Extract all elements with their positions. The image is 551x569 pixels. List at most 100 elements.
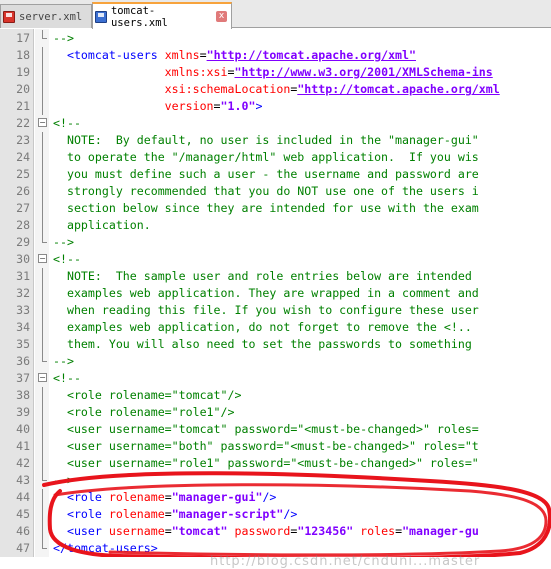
code-line[interactable]: 43 --> — [0, 472, 551, 489]
line-number: 30 — [16, 252, 30, 266]
code-token: section below since they are intended fo… — [53, 201, 479, 215]
fold-guide — [38, 132, 47, 149]
code-token: "123456" — [297, 524, 354, 538]
code-line[interactable]: 23 NOTE: By default, no user is included… — [0, 132, 551, 149]
code-text: <!-- — [53, 370, 81, 387]
line-number: 33 — [16, 303, 30, 317]
fold-guide — [38, 217, 47, 234]
tab-server-xml[interactable]: server.xml — [0, 4, 92, 28]
code-line[interactable]: 29 --> — [0, 234, 551, 251]
fold-toggle-icon[interactable] — [38, 251, 47, 268]
code-token: = — [164, 507, 172, 521]
code-token: <role rolename="role1"/> — [53, 405, 235, 419]
code-line[interactable]: 38 <role rolename="tomcat"/> — [0, 387, 551, 404]
code-text: application. — [53, 217, 151, 234]
code-text: them. You will also need to set the pass… — [53, 336, 472, 353]
code-line[interactable]: 40 <user username="tomcat" password="<mu… — [0, 421, 551, 438]
fold-guide — [38, 438, 47, 455]
line-number: 27 — [16, 201, 30, 215]
code-line[interactable]: 18 <tomcat-users xmlns="http://tomcat.ap… — [0, 47, 551, 64]
fold-guide — [38, 183, 47, 200]
code-text: to operate the "/manager/html" web appli… — [53, 149, 479, 166]
code-line[interactable]: 35 them. You will also need to set the p… — [0, 336, 551, 353]
code-text: <role rolename="tomcat"/> — [53, 387, 242, 404]
code-line[interactable]: 44 <role rolename="manager-gui"/> — [0, 489, 551, 506]
code-token: to operate the "/manager/html" web appli… — [53, 150, 479, 164]
code-text: <role rolename="role1"/> — [53, 404, 235, 421]
code-text: --> — [53, 234, 74, 251]
fold-toggle-icon[interactable] — [38, 115, 47, 132]
line-number: 26 — [16, 184, 30, 198]
code-token: = — [199, 48, 207, 62]
code-token: > — [255, 99, 263, 113]
fold-guide — [38, 285, 47, 302]
code-text: section below since they are intended fo… — [53, 200, 479, 217]
code-token: strongly recommended that you do NOT use… — [53, 184, 479, 198]
code-line[interactable]: 41 <user username="both" password="<must… — [0, 438, 551, 455]
line-number: 31 — [16, 269, 30, 283]
code-line[interactable]: 28 application. — [0, 217, 551, 234]
fold-guide — [38, 404, 47, 421]
code-token: <role — [66, 507, 102, 521]
code-line[interactable]: 30 <!-- — [0, 251, 551, 268]
code-line[interactable]: 32 examples web application. They are wr… — [0, 285, 551, 302]
code-line[interactable]: 39 <role rolename="role1"/> — [0, 404, 551, 421]
code-token: them. You will also need to set the pass… — [53, 337, 472, 351]
code-token: "http://www.w3.org/2001/XMLSchema-ins — [234, 65, 493, 79]
code-token: "manager-gu — [402, 524, 479, 538]
line-number: 32 — [16, 286, 30, 300]
code-token: xsi:schemaLocation — [53, 82, 291, 96]
line-number: 19 — [16, 65, 30, 79]
code-line[interactable]: 42 <user username="role1" password="<mus… — [0, 455, 551, 472]
code-token: <user username="tomcat" password="<must-… — [53, 422, 479, 436]
line-number: 24 — [16, 150, 30, 164]
fold-toggle-icon[interactable] — [38, 370, 47, 387]
fold-guide — [38, 234, 47, 251]
tab-bar: server.xml tomcat-users.xml x — [0, 0, 551, 29]
code-line[interactable]: 19 xmlns:xsi="http://www.w3.org/2001/XML… — [0, 64, 551, 81]
tab-tomcat-users-xml[interactable]: tomcat-users.xml x — [92, 2, 232, 29]
code-token: examples web application, do not forget … — [53, 320, 472, 334]
code-token: "manager-script" — [171, 507, 284, 521]
code-token: you must define such a user - the userna… — [53, 167, 479, 181]
line-number: 25 — [16, 167, 30, 181]
code-line[interactable]: 20 xsi:schemaLocation="http://tomcat.apa… — [0, 81, 551, 98]
code-line[interactable]: 22 <!-- — [0, 115, 551, 132]
code-line[interactable]: 31 NOTE: The sample user and role entrie… — [0, 268, 551, 285]
code-text: <role rolename="manager-script"/> — [53, 506, 297, 523]
watermark: http://blog.csdn.net/cnduni...master — [210, 554, 481, 569]
line-number: 38 — [16, 388, 30, 402]
code-line[interactable]: 36 --> — [0, 353, 551, 370]
code-token: password — [227, 524, 291, 538]
code-text: examples web application. They are wrapp… — [53, 285, 479, 302]
code-line[interactable]: 17 --> — [0, 30, 551, 47]
close-icon[interactable]: x — [216, 11, 227, 22]
line-number: 41 — [16, 439, 30, 453]
line-number: 20 — [16, 82, 30, 96]
code-line[interactable]: 45 <role rolename="manager-script"/> — [0, 506, 551, 523]
code-editor[interactable]: 17 --> 18 <tomcat-users xmlns="http://tomc… — [0, 29, 551, 569]
floppy-blue-icon — [95, 10, 107, 23]
code-line[interactable]: 33 when reading this file. If you wish t… — [0, 302, 551, 319]
fold-guide — [38, 387, 47, 404]
code-line[interactable]: 27 section below since they are intended… — [0, 200, 551, 217]
code-token: xmlns — [157, 48, 200, 62]
tab-label: server.xml — [19, 10, 83, 23]
fold-guide — [38, 506, 47, 523]
line-number: 35 — [16, 337, 30, 351]
code-line[interactable]: 37 <!-- — [0, 370, 551, 387]
code-text: examples web application, do not forget … — [53, 319, 472, 336]
fold-guide — [38, 319, 47, 336]
code-line[interactable]: 46 <user username="tomcat" password="123… — [0, 523, 551, 540]
code-line[interactable]: 24 to operate the "/manager/html" web ap… — [0, 149, 551, 166]
fold-guide — [38, 268, 47, 285]
code-token: "http://tomcat.apache.org/xml" — [206, 48, 416, 62]
fold-guide — [38, 540, 47, 557]
code-line[interactable]: 21 version="1.0"> — [0, 98, 551, 115]
code-line[interactable]: 34 examples web application, do not forg… — [0, 319, 551, 336]
code-token: <user username="both" password="<must-be… — [53, 439, 479, 453]
code-line[interactable]: 25 you must define such a user - the use… — [0, 166, 551, 183]
code-line[interactable]: 26 strongly recommended that you do NOT … — [0, 183, 551, 200]
code-text: <user username="tomcat" password="123456… — [53, 523, 479, 540]
